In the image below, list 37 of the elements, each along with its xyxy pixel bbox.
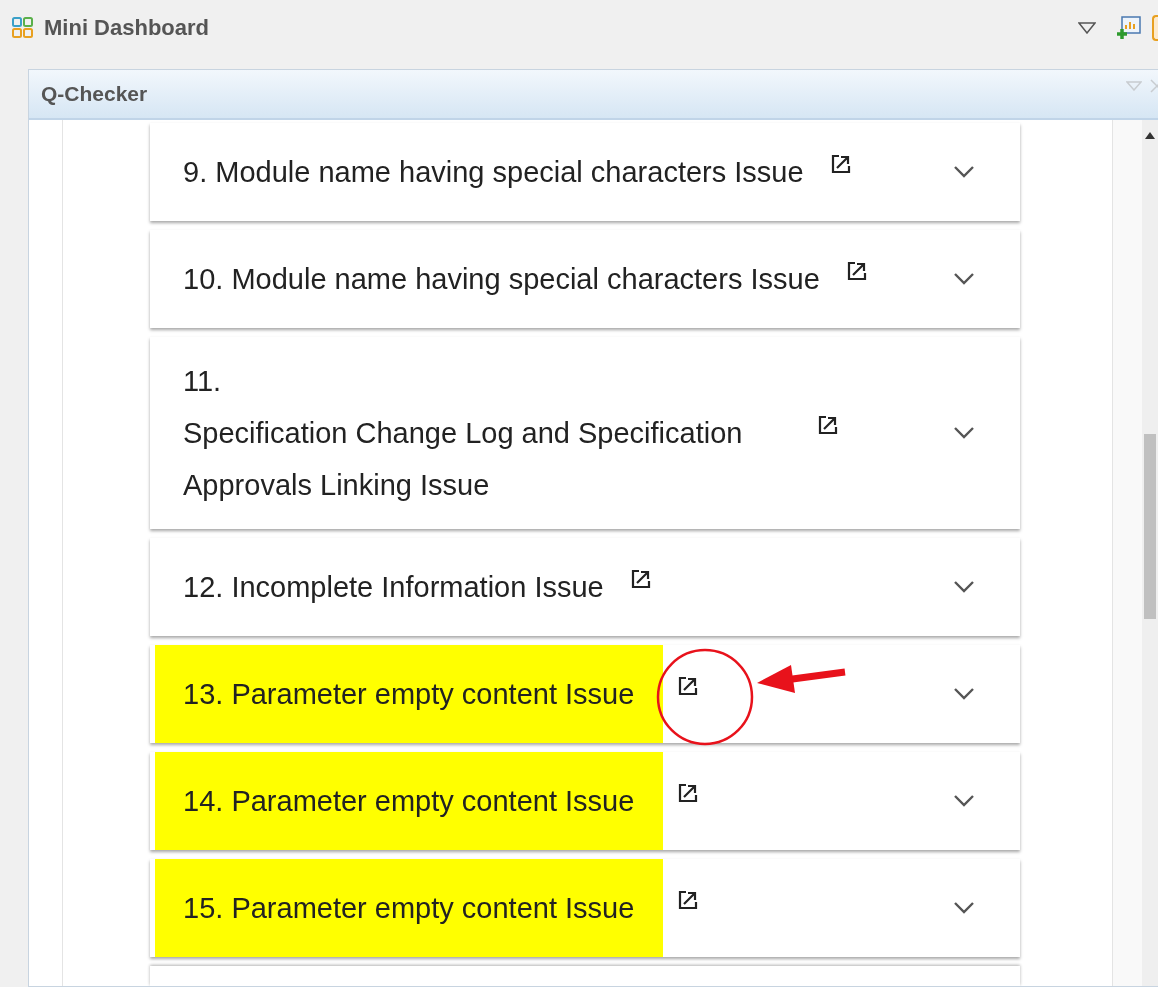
view-title[interactable]: Q-Checker <box>41 78 148 110</box>
chevron-down-icon[interactable] <box>953 580 975 594</box>
chevron-down-icon[interactable] <box>953 794 975 808</box>
external-link-icon[interactable] <box>677 782 699 804</box>
scroll-up-icon[interactable] <box>1145 132 1155 139</box>
issue-card[interactable]: 14. Parameter empty content Issue <box>150 752 1020 850</box>
external-link-icon[interactable] <box>677 675 699 697</box>
chevron-down-icon[interactable] <box>953 426 975 440</box>
issue-card[interactable]: 12. Incomplete Information Issue <box>150 538 1020 636</box>
issue-card[interactable]: 13. Parameter empty content Issue <box>150 645 1020 743</box>
issue-card[interactable]: 11. Specification Change Log and Specification Approvals Linking Issue <box>150 337 1020 529</box>
chevron-down-icon[interactable] <box>953 272 975 286</box>
external-link-icon[interactable] <box>629 568 652 590</box>
scrollbar[interactable] <box>1142 120 1158 986</box>
chevron-down-icon[interactable] <box>953 165 975 179</box>
dropdown-icon[interactable] <box>1078 21 1096 34</box>
chevron-down-icon[interactable] <box>953 687 975 701</box>
issue-card[interactable]: 15. Parameter empty content Issue <box>150 859 1020 957</box>
external-link-icon[interactable] <box>817 414 839 436</box>
issue-title: 15. Parameter empty content Issue <box>183 892 635 924</box>
issue-title: Specification Change Log and Specification Approvals Linking Issue <box>183 416 744 503</box>
external-link-icon[interactable] <box>829 153 852 175</box>
issue-card[interactable]: 9. Module name having special characters Issue <box>150 123 1020 221</box>
issue-title: 13. Parameter empty content Issue <box>183 678 635 710</box>
external-link-icon[interactable] <box>845 260 868 282</box>
chevron-down-icon[interactable] <box>953 901 975 915</box>
external-link-icon[interactable] <box>677 889 699 911</box>
issue-title: 12. Incomplete Information Issue <box>183 571 604 603</box>
issue-number: 11. <box>183 364 223 399</box>
issue-card[interactable]: 10. Module name having special characters Issue <box>150 230 1020 328</box>
issue-title: 14. Parameter empty content Issue <box>183 785 635 817</box>
issue-title: 10. Module name having special characters Issue <box>183 263 820 295</box>
add-chart-icon[interactable] <box>1116 14 1142 41</box>
issue-title: 9. Module name having special characters Issue <box>183 156 804 188</box>
dashboard-icon <box>12 16 34 39</box>
scroll-thumb[interactable] <box>1144 434 1156 619</box>
window-title: Mini Dashboard <box>44 14 209 42</box>
